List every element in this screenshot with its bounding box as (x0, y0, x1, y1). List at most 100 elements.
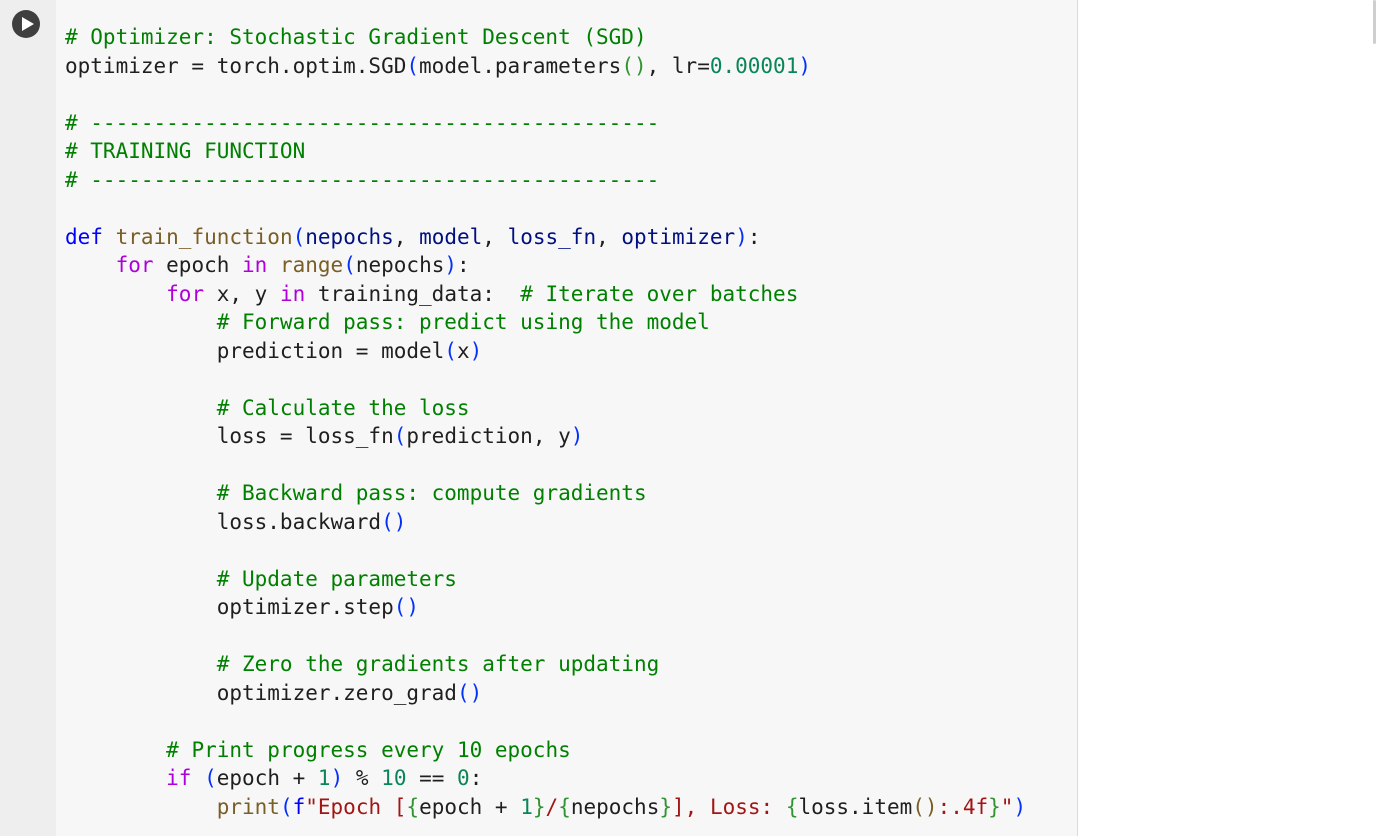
code-token: 1 (317, 766, 331, 790)
code-token: "Epoch [ (305, 794, 407, 819)
code-token: prediction = model (65, 338, 445, 363)
code-token: () (393, 595, 420, 619)
code-line[interactable]: ​ (65, 536, 1026, 565)
code-token: ) (798, 53, 812, 78)
code-token: prediction, y (406, 424, 571, 448)
code-line[interactable]: optimizer = torch.optim.SGD(model.parame… (65, 52, 1026, 81)
code-line[interactable]: # Update parameters (65, 565, 1026, 594)
code-token: loss_fn (507, 224, 597, 249)
code-line[interactable]: # TRAINING FUNCTION (65, 137, 1026, 166)
code-token: , (393, 224, 420, 249)
code-token: optimizer.zero_grad (65, 680, 457, 705)
code-token: loss.item (798, 794, 913, 819)
code-line[interactable]: # Optimizer: Stochastic Gradient Descent… (65, 23, 1026, 52)
code-line[interactable]: ​ (65, 451, 1026, 480)
code-comment: # --------------------------------------… (65, 167, 660, 192)
code-token: , (596, 224, 622, 249)
code-comment: # TRAINING FUNCTION (65, 139, 306, 163)
code-line[interactable]: # Backward pass: compute gradients (65, 479, 1026, 508)
code-token: } (532, 794, 546, 819)
code-token: ) (735, 224, 748, 249)
code-token: for (166, 281, 205, 306)
code-token: nepochs (355, 253, 445, 277)
code-line[interactable]: # Calculate the loss (65, 394, 1026, 423)
code-comment: # Optimizer: Stochastic Gradient Descent… (65, 25, 647, 49)
code-line[interactable]: if (epoch + 1) % 10 == 0: (65, 764, 1026, 793)
code-token: epoch + (419, 794, 521, 819)
code-token: ) (570, 424, 584, 448)
code-token: { (558, 794, 571, 819)
code-comment: # Calculate the loss (216, 395, 470, 420)
code-token: == (406, 766, 458, 790)
code-token: 1 (520, 794, 533, 819)
code-line[interactable]: loss = loss_fn(prediction, y) (65, 422, 1026, 451)
code-token: { (406, 794, 420, 819)
code-token: epoch (153, 253, 243, 277)
code-line[interactable]: # --------------------------------------… (65, 109, 1026, 138)
code-token: optimizer (621, 224, 736, 249)
code-token: def (65, 224, 103, 249)
code-token: x (456, 338, 470, 363)
code-line[interactable]: optimizer.zero_grad() (65, 679, 1026, 708)
code-line[interactable]: def train_function(nepochs, model, loss_… (65, 223, 1026, 252)
code-token: model (419, 224, 483, 249)
code-line[interactable]: for x, y in training_data: # Iterate ove… (65, 280, 1026, 309)
code-comment: # Update parameters (216, 566, 457, 591)
code-token: ) (330, 766, 344, 790)
code-token: for (115, 253, 154, 277)
cell-gutter (0, 0, 56, 836)
code-token: nepochs (570, 794, 660, 819)
code-line[interactable]: ​ (65, 707, 1026, 736)
code-line[interactable]: print(f"Epoch [{epoch + 1}/{nepochs}], L… (65, 793, 1026, 822)
code-line[interactable]: prediction = model(x) (65, 337, 1026, 366)
code-line[interactable]: # Print progress every 10 epochs (65, 736, 1026, 765)
code-token: print (216, 794, 280, 819)
code-line[interactable]: # --------------------------------------… (65, 166, 1026, 195)
code-comment: # --------------------------------------… (65, 110, 660, 135)
side-panel (1078, 0, 1376, 836)
code-line[interactable]: ​ (65, 194, 1026, 223)
code-token: : (457, 253, 470, 277)
code-token: () (456, 680, 483, 705)
code-token: if (166, 766, 192, 790)
code-line[interactable]: ​ (65, 365, 1026, 394)
code-token: : (747, 224, 761, 249)
code-line[interactable]: optimizer.step() (65, 593, 1026, 622)
code-token: optimizer = torch.optim.SGD (65, 53, 407, 78)
code-token: 0.00001 (709, 53, 799, 78)
code-token: ( (204, 766, 217, 790)
code-token: training_data: (305, 281, 521, 306)
code-token: in (279, 281, 306, 306)
code-block[interactable]: # Optimizer: Stochastic Gradient Descent… (65, 23, 1026, 821)
code-line[interactable]: ​ (65, 80, 1026, 109)
run-cell-button[interactable] (12, 10, 40, 38)
code-comment: # Iterate over batches (520, 281, 799, 306)
code-token: 10 (381, 766, 407, 790)
code-token: in (242, 253, 268, 277)
code-token: () (381, 509, 407, 534)
code-token: } (659, 794, 673, 819)
code-line[interactable]: for epoch in range(nepochs): (65, 251, 1026, 280)
code-cell-editor[interactable]: # Optimizer: Stochastic Gradient Descent… (56, 0, 1078, 836)
code-comment: # Backward pass: compute gradients (216, 481, 647, 505)
code-token: ) (1013, 794, 1027, 819)
code-token: :.4f (937, 794, 989, 819)
code-token: } (988, 794, 1001, 819)
code-token: : (469, 766, 483, 790)
code-line[interactable]: # Zero the gradients after updating (65, 650, 1026, 679)
code-line[interactable]: # Forward pass: predict using the model (65, 308, 1026, 337)
code-line[interactable]: loss.backward() (65, 508, 1026, 537)
code-token: loss = loss_fn (65, 424, 394, 448)
code-token: optimizer.step (65, 595, 394, 619)
code-line[interactable]: ​ (65, 622, 1026, 651)
code-comment: # Zero the gradients after updating (216, 652, 660, 676)
